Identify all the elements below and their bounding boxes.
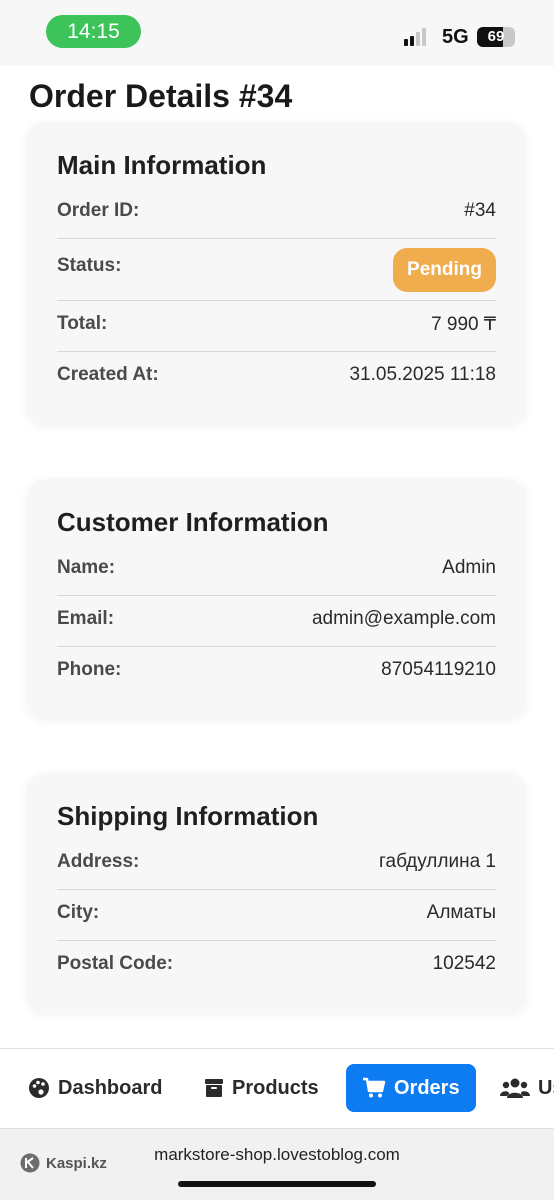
city-row: City: Алматы [57, 890, 496, 941]
url-bar[interactable]: markstore-shop.lovestoblog.com [0, 1145, 554, 1165]
nav-orders[interactable]: Orders [346, 1064, 476, 1112]
users-icon [500, 1078, 530, 1098]
nav-users[interactable]: Us [500, 1064, 554, 1112]
city-label: City: [57, 902, 100, 923]
total-value: 7 990 ₸ [431, 314, 496, 335]
address-label: Address: [57, 851, 140, 872]
palette-icon [29, 1078, 49, 1098]
nav-products[interactable]: Products [204, 1064, 319, 1112]
customer-name-label: Name: [57, 557, 116, 578]
postal-code-value: 102542 [432, 953, 496, 974]
nav-products-label: Products [232, 1076, 319, 1099]
customer-phone-label: Phone: [57, 659, 122, 680]
postal-code-row: Postal Code: 102542 [57, 941, 496, 992]
home-indicator[interactable] [178, 1181, 376, 1187]
created-at-value: 31.05.2025 11:18 [349, 364, 496, 385]
nav-dashboard[interactable]: Dashboard [28, 1064, 162, 1112]
signal-icon [404, 28, 426, 46]
browser-bar: Kaspi.kz markstore-shop.lovestoblog.com [0, 1128, 554, 1200]
address-row: Address: габдуллина 1 [57, 839, 496, 890]
customer-name-row: Name: Admin [57, 545, 496, 596]
bottom-nav: Dashboard Products Orders Us [0, 1048, 554, 1128]
status-bar: 14:15 5G 69 [0, 0, 554, 66]
customer-email-value: admin@example.com [311, 608, 496, 629]
customer-phone-value: 87054119210 [381, 659, 496, 680]
order-id-label: Order ID: [57, 200, 140, 221]
postal-code-label: Postal Code: [57, 953, 174, 974]
battery-icon: 69 [477, 27, 515, 47]
main-info-title: Main Information [57, 150, 267, 180]
order-id-row: Order ID: #34 [57, 188, 496, 239]
page-title: Order Details #34 [29, 78, 293, 114]
city-value: Алматы [426, 902, 496, 923]
battery-level: 69 [487, 28, 505, 45]
shipping-info-title: Shipping Information [57, 801, 319, 831]
customer-email-row: Email: admin@example.com [57, 596, 496, 647]
customer-phone-row: Phone: 87054119210 [57, 647, 496, 698]
status-label: Status: [57, 255, 122, 276]
address-value: габдуллина 1 [379, 851, 496, 872]
status-time: 14:15 [46, 15, 141, 48]
customer-email-label: Email: [57, 608, 115, 629]
customer-name-value: Admin [442, 557, 496, 578]
box-icon [205, 1079, 223, 1097]
total-row: Total: 7 990 ₸ [57, 301, 496, 352]
shipping-info-card: Shipping Information Address: габдуллина… [27, 773, 526, 1013]
order-id-value: #34 [464, 200, 496, 221]
created-at-label: Created At: [57, 364, 159, 385]
network-type: 5G [442, 26, 469, 48]
customer-info-card: Customer Information Name: Admin Email: … [27, 479, 526, 719]
status-row: Status: Pending [57, 239, 496, 301]
total-label: Total: [57, 313, 108, 334]
nav-orders-label: Orders [394, 1076, 460, 1099]
main-info-card: Main Information Order ID: #34 Status: P… [27, 122, 526, 425]
nav-users-label: Us [538, 1076, 554, 1099]
status-badge: Pending [393, 248, 496, 292]
customer-info-title: Customer Information [57, 507, 329, 537]
cart-icon [363, 1077, 386, 1098]
nav-dashboard-label: Dashboard [58, 1076, 163, 1099]
created-at-row: Created At: 31.05.2025 11:18 [57, 352, 496, 403]
